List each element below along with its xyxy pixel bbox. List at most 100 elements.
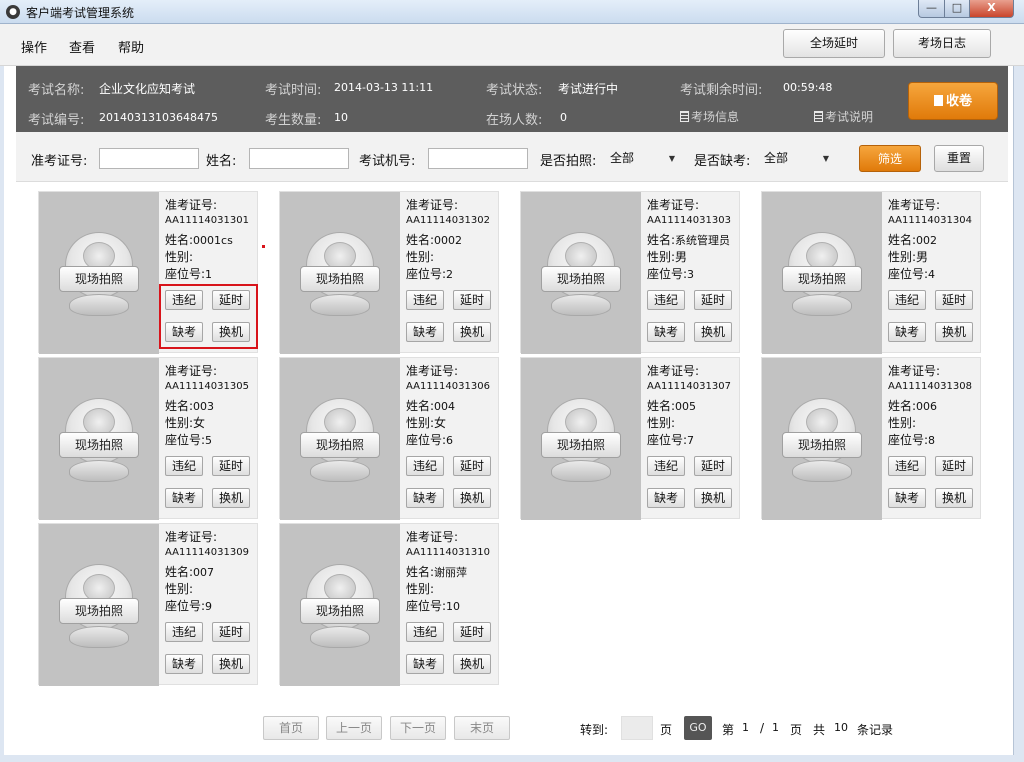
absent-filter-select[interactable]: 全部 ▼ [764, 148, 834, 169]
mark-absent-button[interactable]: 缺考 [406, 488, 444, 508]
mark-absent-button[interactable]: 缺考 [406, 654, 444, 674]
extend-time-button[interactable]: 延时 [694, 290, 732, 310]
violation-button[interactable]: 违纪 [888, 290, 926, 310]
candidate-gender: 性别:男 [888, 248, 980, 265]
ticket-label: 准考证号: [165, 530, 218, 544]
seat-label: 座位号: [406, 433, 447, 447]
next-page-button[interactable]: 下一页 [390, 716, 446, 740]
filter-bar: 准考证号: 姓名: 考试机号: 是否拍照: 全部 ▼ 是否缺考: 全部 ▼ 筛选 重… [16, 132, 1008, 182]
extend-time-button[interactable]: 延时 [453, 622, 491, 642]
candidate-seat: 座位号:7 [647, 431, 739, 448]
candidate-card: 现场拍照 准考证号: AA11114031303 姓名:系统管理员 性别:男 座位号:3 违… [520, 191, 740, 354]
first-page-button[interactable]: 首页 [263, 716, 319, 740]
candidate-seat: 座位号:5 [165, 431, 257, 448]
mark-absent-button[interactable]: 缺考 [888, 322, 926, 342]
exam-desc-link[interactable]: 考试说明 [814, 108, 873, 125]
exam-code-label: 考试编号: [28, 113, 85, 128]
violation-button[interactable]: 违纪 [406, 456, 444, 476]
ticket-number: AA11114031301 [165, 215, 249, 226]
swap-machine-button[interactable]: 换机 [212, 488, 250, 508]
candidate-name: 姓名:谢丽萍 [406, 563, 498, 580]
mark-absent-button[interactable]: 缺考 [647, 488, 685, 508]
menu-operate[interactable]: 操作 [21, 37, 47, 56]
extend-time-button[interactable]: 延时 [212, 622, 250, 642]
take-photo-button[interactable]: 现场拍照 [300, 266, 380, 292]
ticket-label: 准考证号: [888, 364, 941, 378]
extend-time-button[interactable]: 延时 [935, 290, 973, 310]
mark-absent-button[interactable]: 缺考 [165, 654, 203, 674]
name-value: 系统管理员 [675, 234, 731, 247]
swap-machine-button[interactable]: 换机 [453, 322, 491, 342]
mark-absent-button[interactable]: 缺考 [406, 322, 444, 342]
candidate-card: 现场拍照 准考证号: AA11114031306 姓名:004 性别:女 座位号:6 违纪延… [279, 357, 499, 520]
candidate-count: 10 [334, 111, 348, 124]
swap-machine-button[interactable]: 换机 [453, 654, 491, 674]
filter-button[interactable]: 筛选 [859, 145, 921, 172]
machine-filter-input[interactable] [428, 148, 528, 169]
extend-time-button[interactable]: 延时 [453, 290, 491, 310]
seat-label: 座位号: [406, 267, 447, 281]
violation-button[interactable]: 违纪 [165, 622, 203, 642]
goto-page-input[interactable] [621, 716, 653, 740]
seat-label: 座位号: [165, 267, 206, 281]
menu-help[interactable]: 帮助 [118, 37, 144, 56]
extend-time-button[interactable]: 延时 [935, 456, 973, 476]
prev-page-button[interactable]: 上一页 [326, 716, 382, 740]
swap-machine-button[interactable]: 换机 [212, 654, 250, 674]
candidate-photo: 现场拍照 [762, 358, 882, 520]
swap-machine-button[interactable]: 换机 [935, 322, 973, 342]
seat-value: 1 [205, 268, 213, 281]
violation-button[interactable]: 违纪 [647, 290, 685, 310]
name-filter-input[interactable] [249, 148, 349, 169]
extend-all-button[interactable]: 全场延时 [783, 29, 885, 58]
violation-button[interactable]: 违纪 [406, 622, 444, 642]
ticket-label: 准考证号: [406, 364, 459, 378]
take-photo-button[interactable]: 现场拍照 [541, 266, 621, 292]
total-records: 10 [834, 721, 848, 734]
extend-time-button[interactable]: 延时 [694, 456, 732, 476]
take-photo-button[interactable]: 现场拍照 [300, 598, 380, 624]
photo-filter-select[interactable]: 全部 ▼ [610, 148, 680, 169]
ticket-filter-input[interactable] [99, 148, 199, 169]
minimize-button[interactable]: — [918, 0, 945, 18]
take-photo-button[interactable]: 现场拍照 [59, 266, 139, 292]
maximize-button[interactable]: □ [944, 0, 970, 18]
present-count: 0 [560, 111, 567, 124]
swap-machine-button[interactable]: 换机 [935, 488, 973, 508]
exam-desc-label: 考试说明 [825, 110, 874, 124]
extend-time-button[interactable]: 延时 [212, 456, 250, 476]
swap-machine-button[interactable]: 换机 [694, 322, 732, 342]
room-info-link[interactable]: 考场信息 [680, 108, 739, 125]
menu-view[interactable]: 查看 [69, 37, 95, 56]
title-bar: ● 客户端考试管理系统 — □ X [0, 0, 1024, 24]
violation-button[interactable]: 违纪 [406, 290, 444, 310]
mark-absent-button[interactable]: 缺考 [888, 488, 926, 508]
candidate-name: 姓名:0002 [406, 231, 498, 248]
take-photo-button[interactable]: 现场拍照 [782, 266, 862, 292]
violation-button[interactable]: 违纪 [165, 456, 203, 476]
reset-button[interactable]: 重置 [934, 145, 984, 172]
seat-value: 10 [446, 600, 461, 613]
name-label: 姓名: [647, 399, 676, 413]
seat-value: 8 [928, 434, 936, 447]
mark-absent-button[interactable]: 缺考 [165, 488, 203, 508]
take-photo-button[interactable]: 现场拍照 [300, 432, 380, 458]
app-icon: ● [6, 5, 20, 19]
take-photo-button[interactable]: 现场拍照 [59, 598, 139, 624]
collapse-papers-button[interactable]: 收卷 [908, 82, 998, 120]
close-button[interactable]: X [969, 0, 1014, 18]
name-value: 004 [434, 400, 456, 413]
take-photo-button[interactable]: 现场拍照 [541, 432, 621, 458]
take-photo-button[interactable]: 现场拍照 [782, 432, 862, 458]
last-page-button[interactable]: 末页 [454, 716, 510, 740]
swap-machine-button[interactable]: 换机 [694, 488, 732, 508]
exam-log-button[interactable]: 考场日志 [893, 29, 991, 58]
violation-button[interactable]: 违纪 [647, 456, 685, 476]
take-photo-button[interactable]: 现场拍照 [59, 432, 139, 458]
swap-machine-button[interactable]: 换机 [453, 488, 491, 508]
mark-absent-button[interactable]: 缺考 [647, 322, 685, 342]
extend-time-button[interactable]: 延时 [453, 456, 491, 476]
gender-label: 性别: [406, 250, 435, 264]
violation-button[interactable]: 违纪 [888, 456, 926, 476]
go-button[interactable]: GO [684, 716, 712, 740]
